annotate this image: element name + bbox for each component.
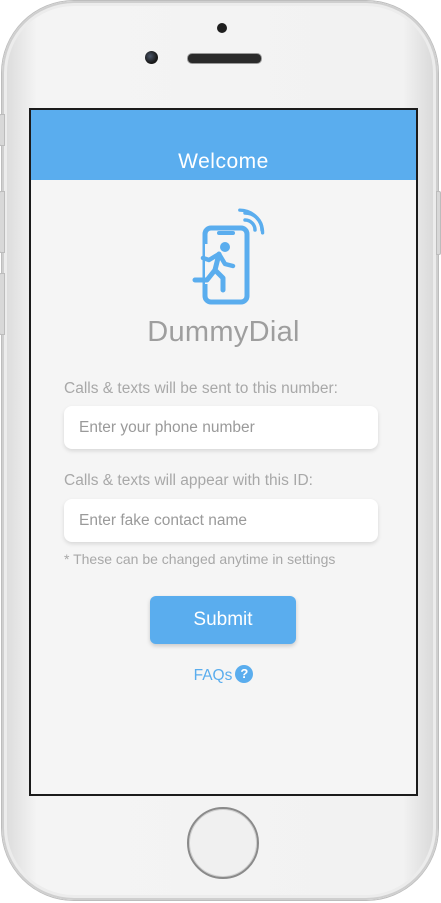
volume-down-button <box>0 273 5 335</box>
phone-field-label: Calls & texts will be sent to this numbe… <box>64 380 338 397</box>
page-title: Welcome <box>178 150 269 173</box>
earpiece-speaker <box>187 53 262 64</box>
faq-label: FAQs <box>193 667 233 684</box>
header-bar: Welcome <box>31 110 416 180</box>
app-screen: Welcome DummyDial Calls & texts will be … <box>29 108 418 796</box>
app-name: DummyDial <box>147 316 300 348</box>
submit-button[interactable]: Submit <box>150 596 296 644</box>
home-button[interactable] <box>187 807 259 879</box>
phone-frame: Welcome DummyDial Calls & texts will be … <box>0 1 441 900</box>
sensor-dot <box>217 23 227 33</box>
question-circle-icon: ? <box>235 665 254 684</box>
running-man-phone-icon <box>192 208 265 305</box>
fake-contact-name-input[interactable] <box>64 499 378 542</box>
mute-switch <box>0 114 5 146</box>
volume-up-button <box>0 191 5 253</box>
phone-number-input[interactable] <box>64 406 378 449</box>
faq-link[interactable]: FAQs? <box>31 665 416 685</box>
contact-name-label: Calls & texts will appear with this ID: <box>64 472 313 489</box>
settings-note: * These can be changed anytime in settin… <box>64 551 336 567</box>
front-camera <box>145 51 158 64</box>
power-button <box>436 191 441 255</box>
